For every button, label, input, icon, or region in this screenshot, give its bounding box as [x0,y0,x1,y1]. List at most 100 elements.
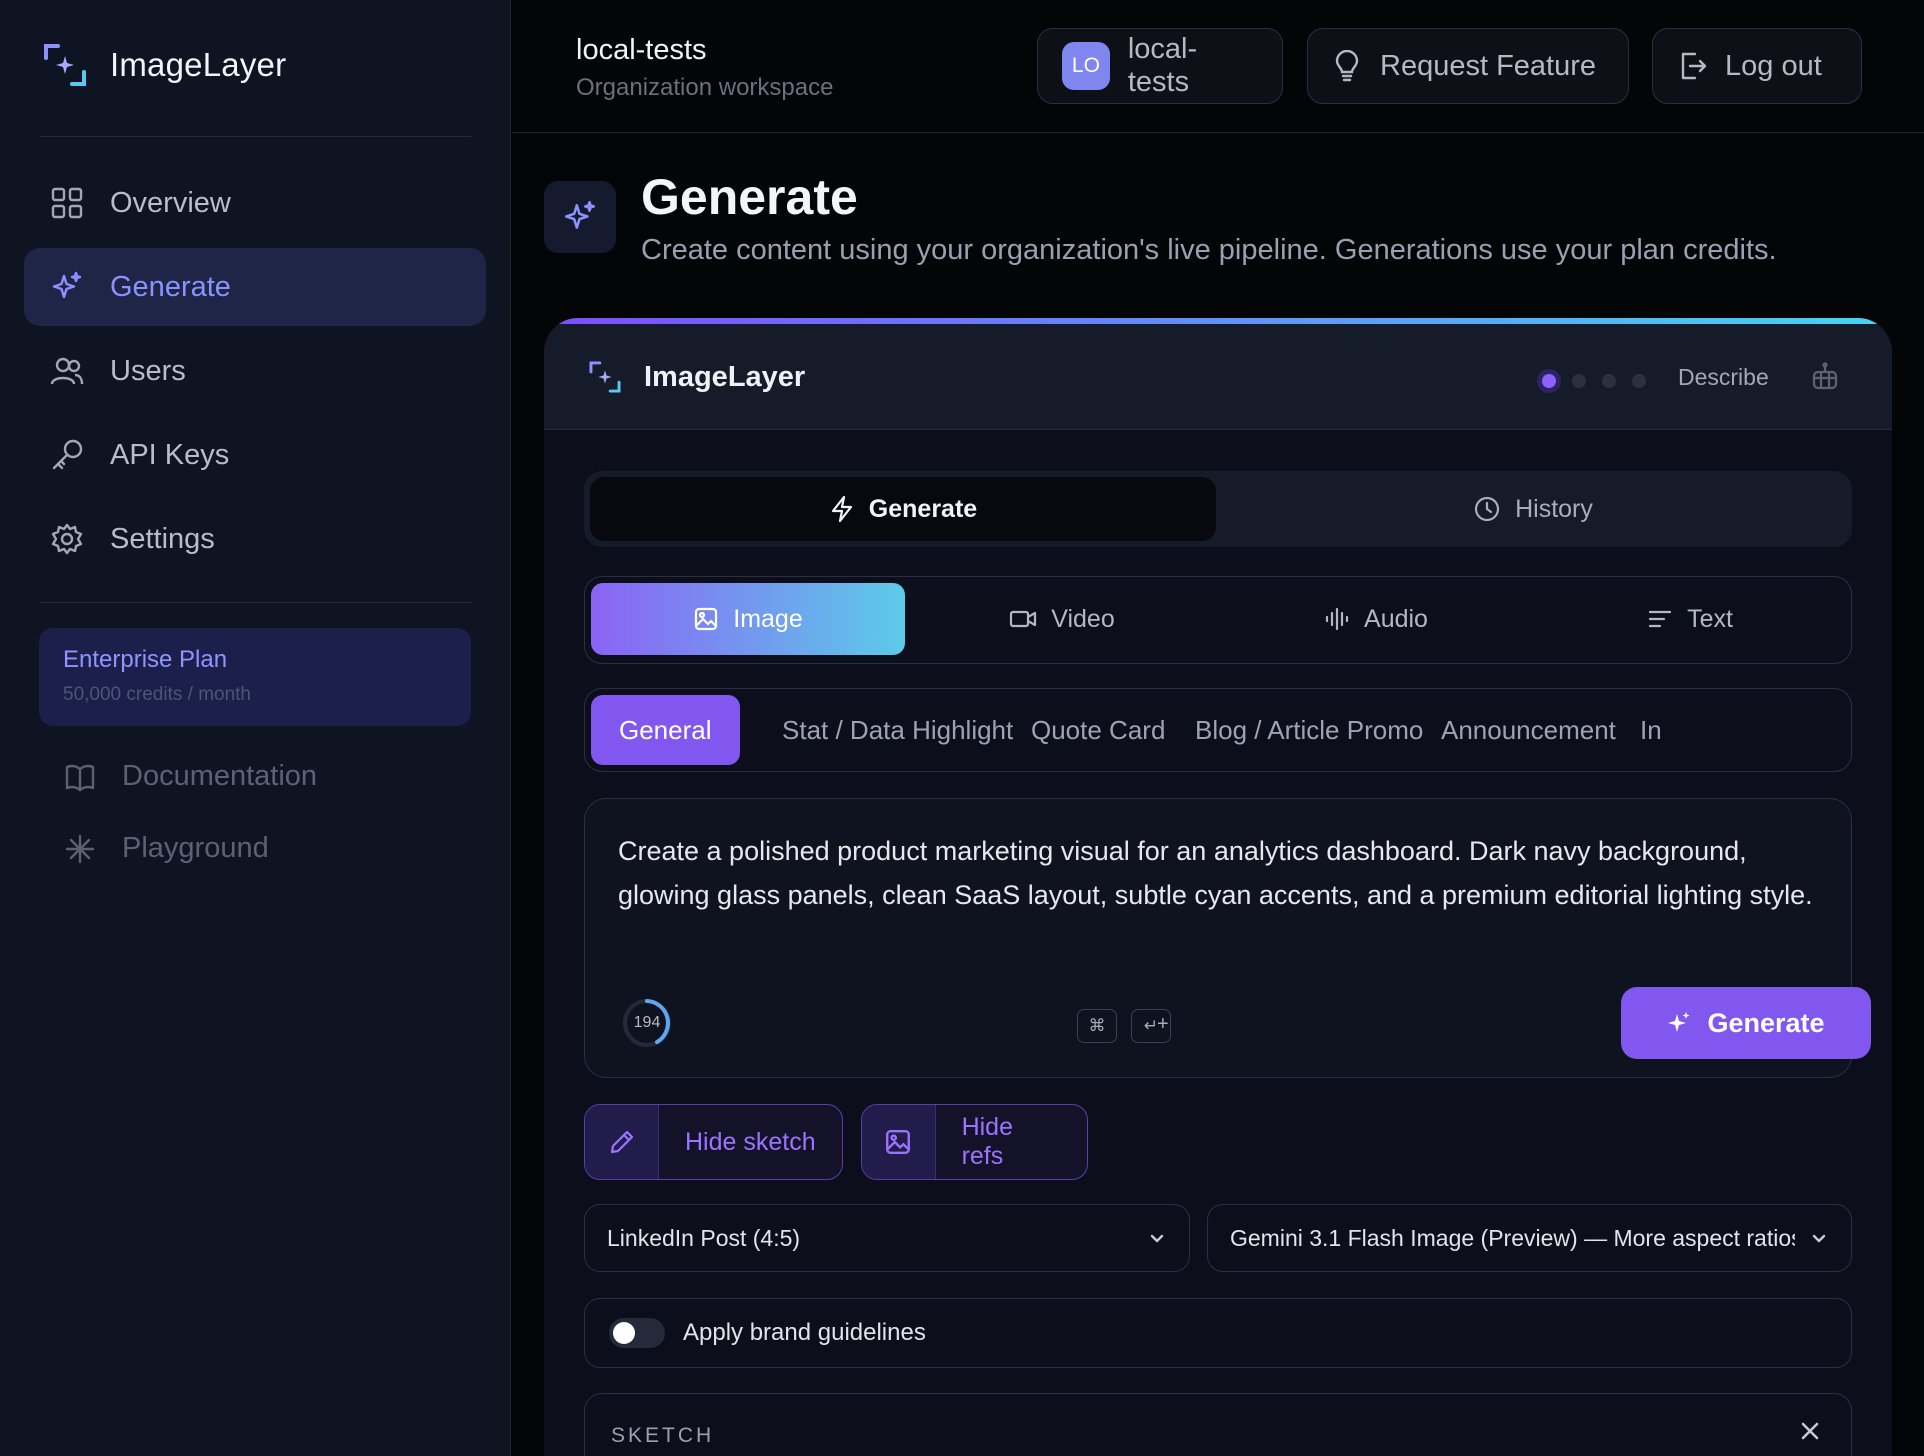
page-subtitle: Create content using your organization's… [641,234,1777,266]
sidebar-link-label: Playground [122,832,269,864]
hide-refs-button[interactable]: Hide refs [861,1104,1088,1180]
template-quote-card[interactable]: Quote Card [1031,695,1165,765]
char-counter: 194 [623,999,671,1047]
hide-sketch-icon-box [585,1105,659,1179]
format-select[interactable]: LinkedIn Post (4:5) [584,1204,1190,1272]
imagelayer-logo-icon [589,361,621,393]
sidebar: ImageLayer Overview Generate Users API K… [0,0,511,1456]
asterisk-icon [65,834,95,863]
clock-icon [1474,496,1500,522]
brand-guidelines-label: Apply brand guidelines [683,1319,926,1346]
type-label: Video [1051,604,1115,633]
tab-label: History [1515,494,1593,523]
model-select[interactable]: Gemini 3.1 Flash Image (Preview) — More … [1207,1204,1852,1272]
format-select-value: LinkedIn Post (4:5) [607,1224,801,1251]
lightning-icon [831,495,852,523]
prompt-textarea[interactable]: Create a polished product marketing visu… [584,798,1871,1078]
tab-generate[interactable]: Generate [590,477,1216,541]
workspace-switcher-button[interactable]: LO local-tests [1037,28,1283,104]
template-announcement[interactable]: Announcement [1441,695,1616,765]
step-dot [1632,374,1646,388]
type-label: Image [733,604,803,633]
logout-button[interactable]: Log out [1652,28,1862,104]
sidebar-brand[interactable]: ImageLayer [42,42,286,88]
panel-brand-name: ImageLayer [644,360,806,393]
pencil-icon [610,1130,633,1154]
grid-icon [51,187,83,219]
image-icon [695,607,718,631]
logout-icon [1681,52,1707,80]
gear-icon [51,523,83,555]
divider [39,136,471,137]
type-label: Audio [1364,604,1428,633]
sparkle-icon [1668,1012,1690,1032]
users-icon [50,357,84,385]
imagelayer-logo-icon [44,44,86,86]
template-tabs: General Stat / Data Highlight Quote Card… [584,688,1852,772]
mode-tabs: Generate History [584,471,1852,547]
type-image[interactable]: Image [591,583,905,655]
plan-card[interactable]: Enterprise Plan 50,000 credits / month [39,628,471,726]
template-stat-data-highlight[interactable]: Stat / Data Highlight [782,695,1013,765]
page-icon [544,181,616,253]
template-truncated[interactable]: In [1640,695,1662,765]
hide-refs-icon-box [862,1105,936,1179]
sidebar-item-overview[interactable]: Overview [24,164,486,242]
sketch-label: SKETCH [611,1424,715,1447]
bot-icon[interactable] [1810,362,1840,392]
progress-ring-icon [645,999,670,1044]
close-icon[interactable] [1799,1420,1821,1442]
sidebar-item-label: Generate [110,270,231,303]
hide-sketch-label: Hide sketch [685,1127,816,1156]
plan-credits: 50,000 credits / month [63,684,251,705]
lightbulb-icon [1335,50,1359,82]
sparkles-icon [52,271,82,299]
step-label: Describe [1678,364,1769,390]
sketch-section: SKETCH [584,1393,1852,1456]
page-title: Generate [641,169,858,225]
type-label: Text [1687,604,1733,633]
brand-guidelines-row: Apply brand guidelines [584,1298,1852,1368]
hide-sketch-button[interactable]: Hide sketch [584,1104,843,1180]
org-subtitle: Organization workspace [576,74,834,101]
image-icon [886,1130,911,1154]
prompt-text[interactable]: Create a polished product marketing visu… [618,829,1818,917]
tab-history[interactable]: History [1220,477,1846,541]
sidebar-link-playground[interactable]: Playground [64,832,269,865]
plan-title: Enterprise Plan [63,646,228,673]
type-audio[interactable]: Audio [1219,583,1533,655]
step-dot [1572,374,1586,388]
panel-brand: ImageLayer [588,360,805,394]
sidebar-item-api-keys[interactable]: API Keys [24,416,486,494]
model-select-value: Gemini 3.1 Flash Image (Preview) — More … [1230,1224,1795,1251]
hide-refs-label: Hide refs [961,1113,1013,1170]
video-icon [1010,610,1037,628]
key-icon [52,439,83,470]
generate-button[interactable]: Generate [1621,987,1871,1059]
sidebar-item-label: API Keys [110,438,230,471]
audio-wave-icon [1325,607,1349,631]
sidebar-item-settings[interactable]: Settings [24,500,486,578]
step-dot [1602,374,1616,388]
book-icon [65,764,95,791]
template-blog-article-promo[interactable]: Blog / Article Promo [1195,695,1423,765]
brand-guidelines-toggle[interactable] [609,1318,665,1348]
request-feature-button[interactable]: Request Feature [1307,28,1629,104]
template-general[interactable]: General [591,695,740,765]
org-name: local-tests [576,34,707,66]
type-text[interactable]: Text [1533,583,1847,655]
sidebar-item-label: Users [110,354,186,387]
text-lines-icon [1648,610,1672,628]
shortcut-enter-key: ↵ [1131,1009,1171,1043]
step-indicator [1542,374,1646,388]
sidebar-link-documentation[interactable]: Documentation [64,760,317,793]
sidebar-item-users[interactable]: Users [24,332,486,410]
sidebar-item-generate[interactable]: Generate [24,248,486,326]
type-video[interactable]: Video [905,583,1219,655]
chevron-down-icon [1812,1234,1826,1243]
sidebar-link-label: Documentation [122,760,318,792]
toggle-knob [613,1322,635,1344]
shortcut-cmd-key: ⌘ [1077,1009,1117,1043]
divider [39,602,471,603]
workspace-label: local-tests [1127,33,1198,98]
